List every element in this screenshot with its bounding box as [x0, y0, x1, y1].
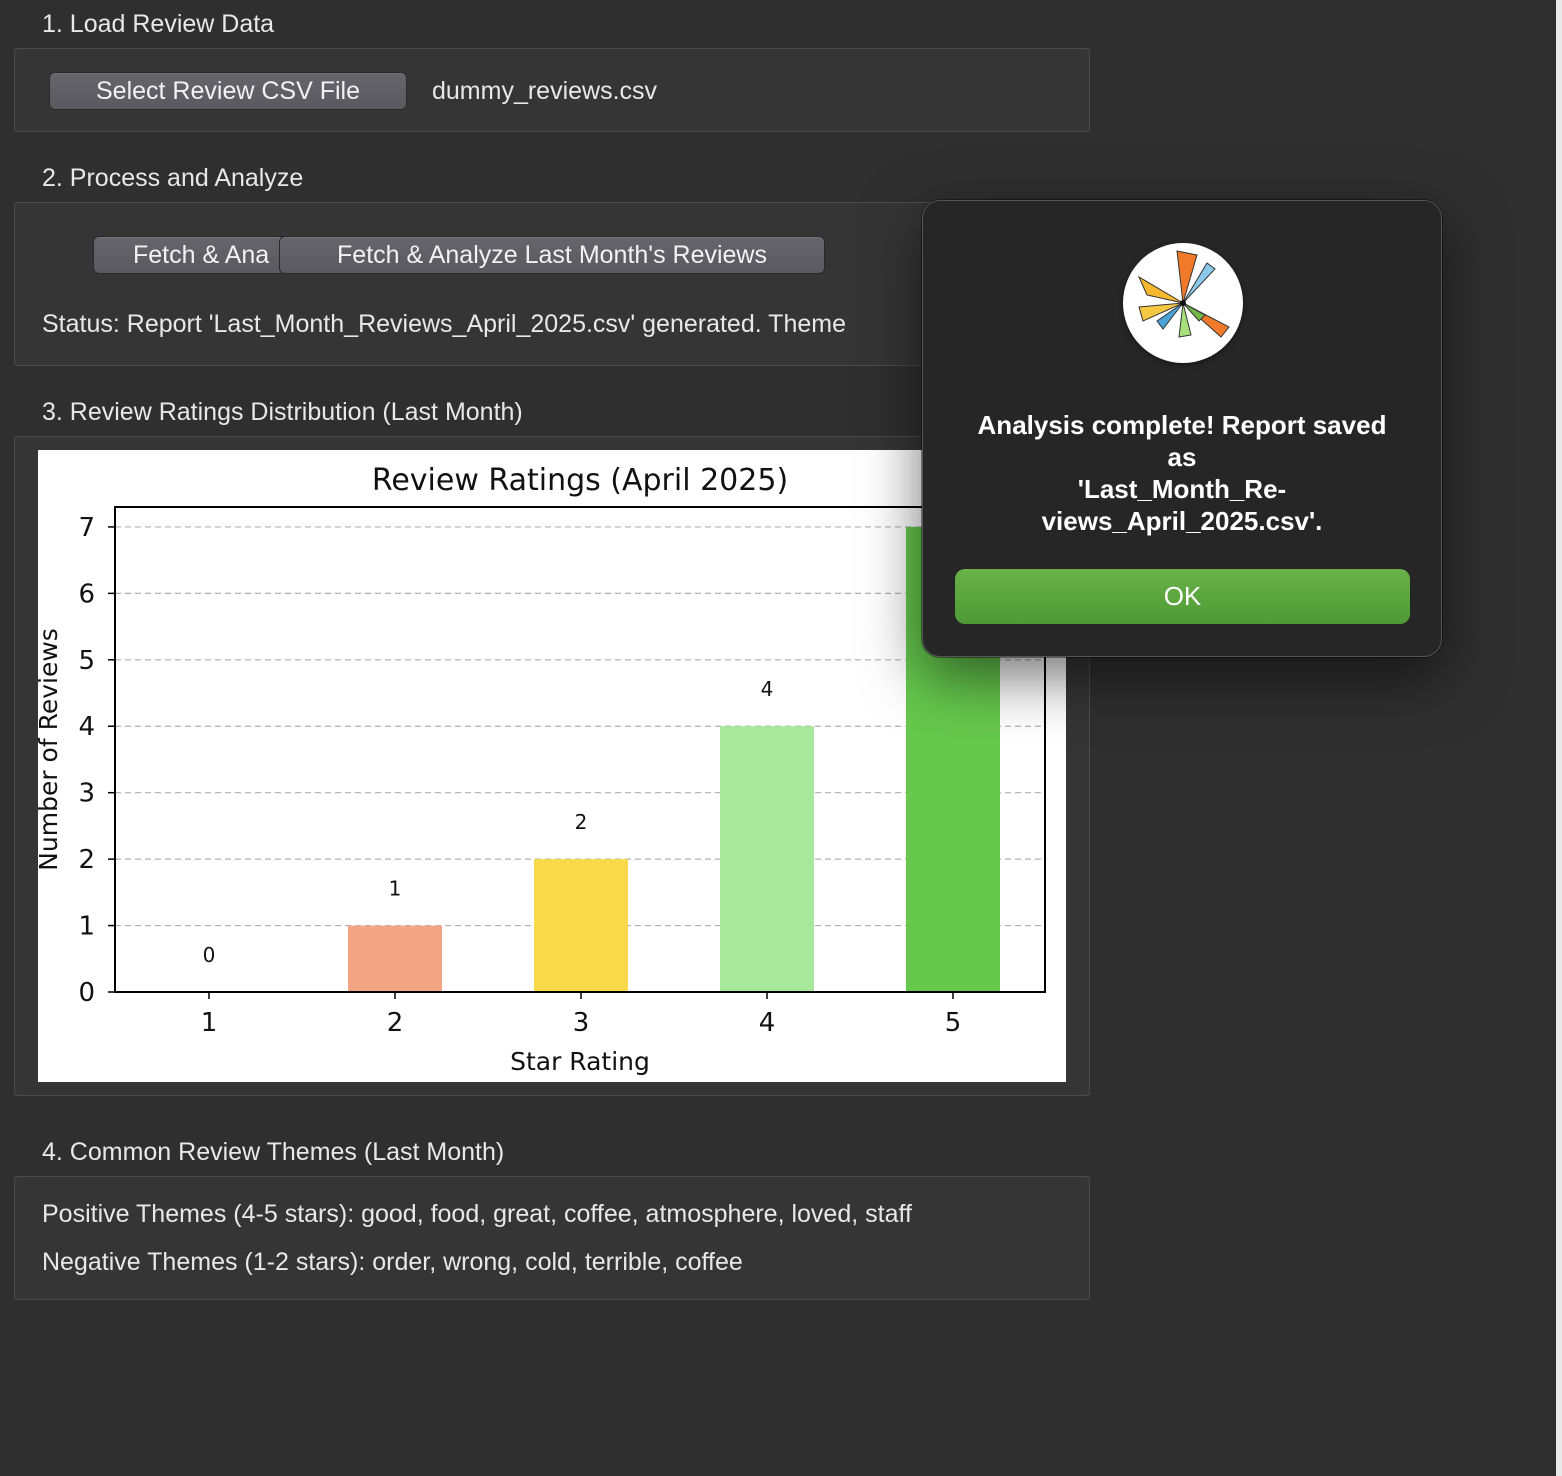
fetch-analyze-button-partial[interactable]: Fetch & Ana [93, 236, 293, 274]
x-axis-label: Star Rating [510, 1047, 650, 1076]
fetch-analyze-button[interactable]: Fetch & Analyze Last Month's Reviews [279, 236, 825, 274]
y-tick-label: 7 [78, 513, 95, 543]
x-tick-label: 5 [945, 1008, 962, 1038]
status-text: Status: Report 'Last_Month_Reviews_April… [42, 310, 846, 338]
rose-chart-app-icon [1123, 243, 1243, 363]
select-csv-button[interactable]: Select Review CSV File [49, 72, 407, 110]
x-tick-label: 3 [573, 1008, 590, 1038]
section-load-title: 1. Load Review Data [42, 10, 275, 38]
ok-button[interactable]: OK [955, 569, 1410, 624]
themes-groupbox: Positive Themes (4-5 stars): good, food,… [14, 1176, 1090, 1300]
chart-title: Review Ratings (April 2025) [372, 463, 788, 498]
x-tick-label: 4 [759, 1008, 776, 1038]
window-edge [1556, 0, 1562, 1476]
dialog-message-line: 'Last_Month_Re- [1077, 474, 1287, 504]
y-tick-label: 6 [78, 579, 95, 609]
ratings-chart: 012470123456712345Review Ratings (April … [38, 450, 1066, 1082]
bar-value-label: 2 [575, 810, 588, 834]
dialog-message-line: as [1167, 442, 1197, 472]
dialog-message: Analysis complete! Report saved as 'Last… [953, 409, 1411, 537]
x-tick-label: 1 [201, 1008, 218, 1038]
bar [720, 726, 814, 992]
bar-value-label: 4 [761, 677, 774, 701]
y-tick-label: 0 [78, 978, 95, 1008]
dialog-message-line: Analysis complete! Report saved [977, 410, 1387, 440]
load-groupbox: Select Review CSV File dummy_reviews.csv [14, 48, 1090, 132]
bar [534, 859, 628, 992]
ratings-chart-svg: 012470123456712345Review Ratings (April … [38, 463, 1046, 1076]
section-process-title: 2. Process and Analyze [42, 164, 304, 192]
y-tick-label: 2 [78, 845, 95, 875]
x-tick-label: 2 [387, 1008, 404, 1038]
negative-themes: Negative Themes (1-2 stars): order, wron… [42, 1248, 743, 1276]
selected-file-name: dummy_reviews.csv [432, 77, 658, 105]
app-window: 1. Load Review Data Select Review CSV Fi… [0, 0, 1562, 1476]
section-themes-title: 4. Common Review Themes (Last Month) [42, 1138, 505, 1166]
bar-value-label: 0 [203, 943, 216, 967]
bar-value-label: 1 [389, 877, 402, 901]
dialog-message-line: views_April_2025.csv'. [1041, 506, 1323, 536]
bar [348, 925, 442, 992]
y-tick-label: 3 [78, 779, 95, 809]
y-tick-label: 5 [78, 646, 95, 676]
analysis-complete-dialog: Analysis complete! Report saved as 'Last… [922, 200, 1442, 657]
y-tick-label: 1 [78, 912, 95, 942]
positive-themes: Positive Themes (4-5 stars): good, food,… [42, 1200, 912, 1228]
y-axis-label: Number of Reviews [38, 628, 63, 871]
y-tick-label: 4 [78, 712, 95, 742]
section-distribution-title: 3. Review Ratings Distribution (Last Mon… [42, 398, 523, 426]
